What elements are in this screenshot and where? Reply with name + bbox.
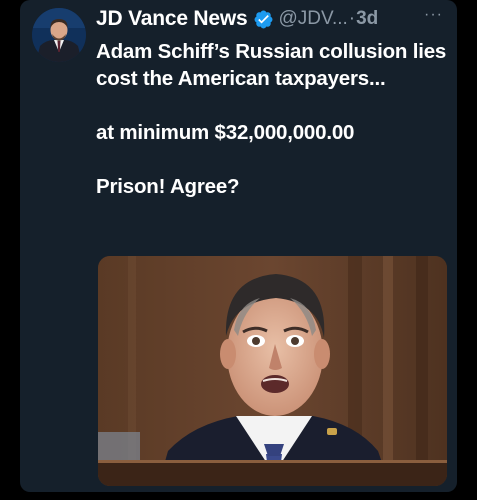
tweet-text-line: at minimum $32,000,000.00 <box>96 121 355 144</box>
tweet-text-line: Prison! Agree? <box>96 175 240 198</box>
avatar-photo-icon <box>32 8 86 62</box>
tweet-media[interactable] <box>98 256 447 486</box>
author-display-name[interactable]: JD Vance News <box>96 7 248 31</box>
author-avatar[interactable] <box>32 8 86 62</box>
tweet-text-line: Adam Schiff’s Russian collusion lies cos… <box>96 40 447 90</box>
tweet-card[interactable]: JD Vance News @JDV... · 3d ··· Adam Schi… <box>20 0 457 492</box>
separator-dot: · <box>348 8 356 29</box>
tweet-text: Adam Schiff’s Russian collusion lies cos… <box>96 38 454 200</box>
verified-badge-icon <box>254 10 272 28</box>
tweet-timestamp[interactable]: 3d <box>356 8 378 30</box>
tweet-header: JD Vance News @JDV... · 3d ··· <box>96 4 451 34</box>
author-handle[interactable]: @JDV... <box>279 8 348 30</box>
photo-icon <box>98 256 447 486</box>
more-options-icon[interactable]: ··· <box>424 6 451 32</box>
